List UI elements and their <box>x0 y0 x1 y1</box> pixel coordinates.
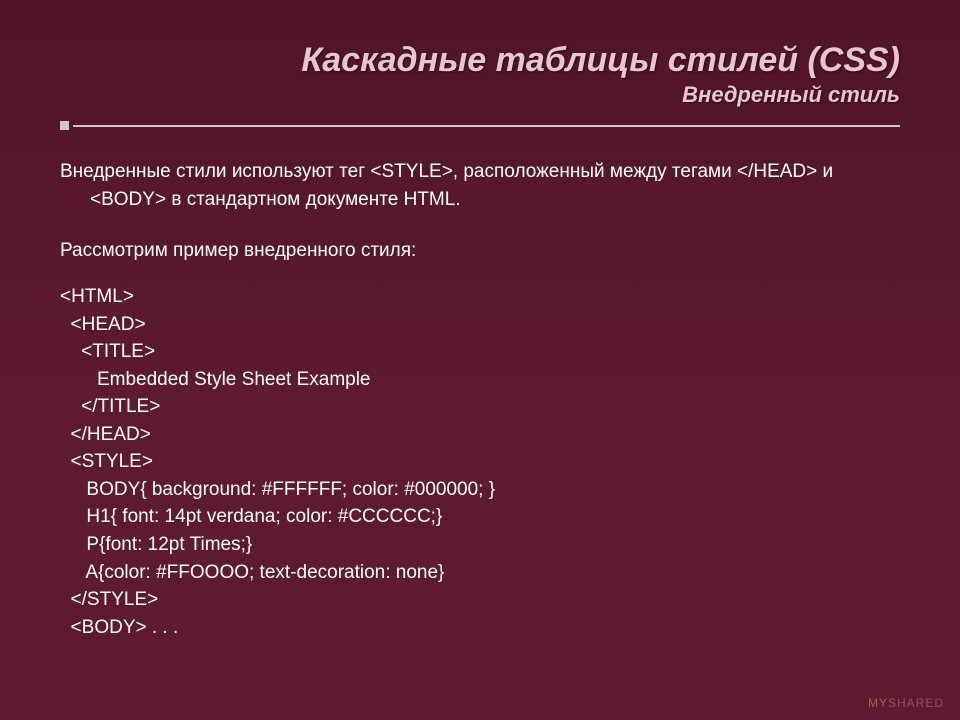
underline-square-icon <box>60 121 69 130</box>
slide-subtitle: Внедренный стиль <box>60 81 900 110</box>
watermark: MYSHARED <box>868 696 944 710</box>
body-content: Внедренные стили используют тег <STYLE>,… <box>60 158 900 641</box>
title-block: Каскадные таблицы стилей (CSS) Внедренны… <box>60 40 900 109</box>
paragraph-intro: Внедренные стили используют тег <STYLE>,… <box>60 158 900 213</box>
code-example: <HTML> <HEAD> <TITLE> Embedded Style She… <box>60 283 900 641</box>
paragraph-example-lead: Рассмотрим пример внедреннoго стиля: <box>60 237 900 265</box>
slide: Каскадные таблицы стилей (CSS) Внедренны… <box>0 0 960 720</box>
watermark-suffix: SHARED <box>888 696 944 710</box>
slide-title: Каскадные таблицы стилей (CSS) <box>60 40 900 81</box>
title-underline <box>60 121 900 130</box>
underline-line <box>73 125 900 127</box>
watermark-prefix: MY <box>868 696 888 710</box>
